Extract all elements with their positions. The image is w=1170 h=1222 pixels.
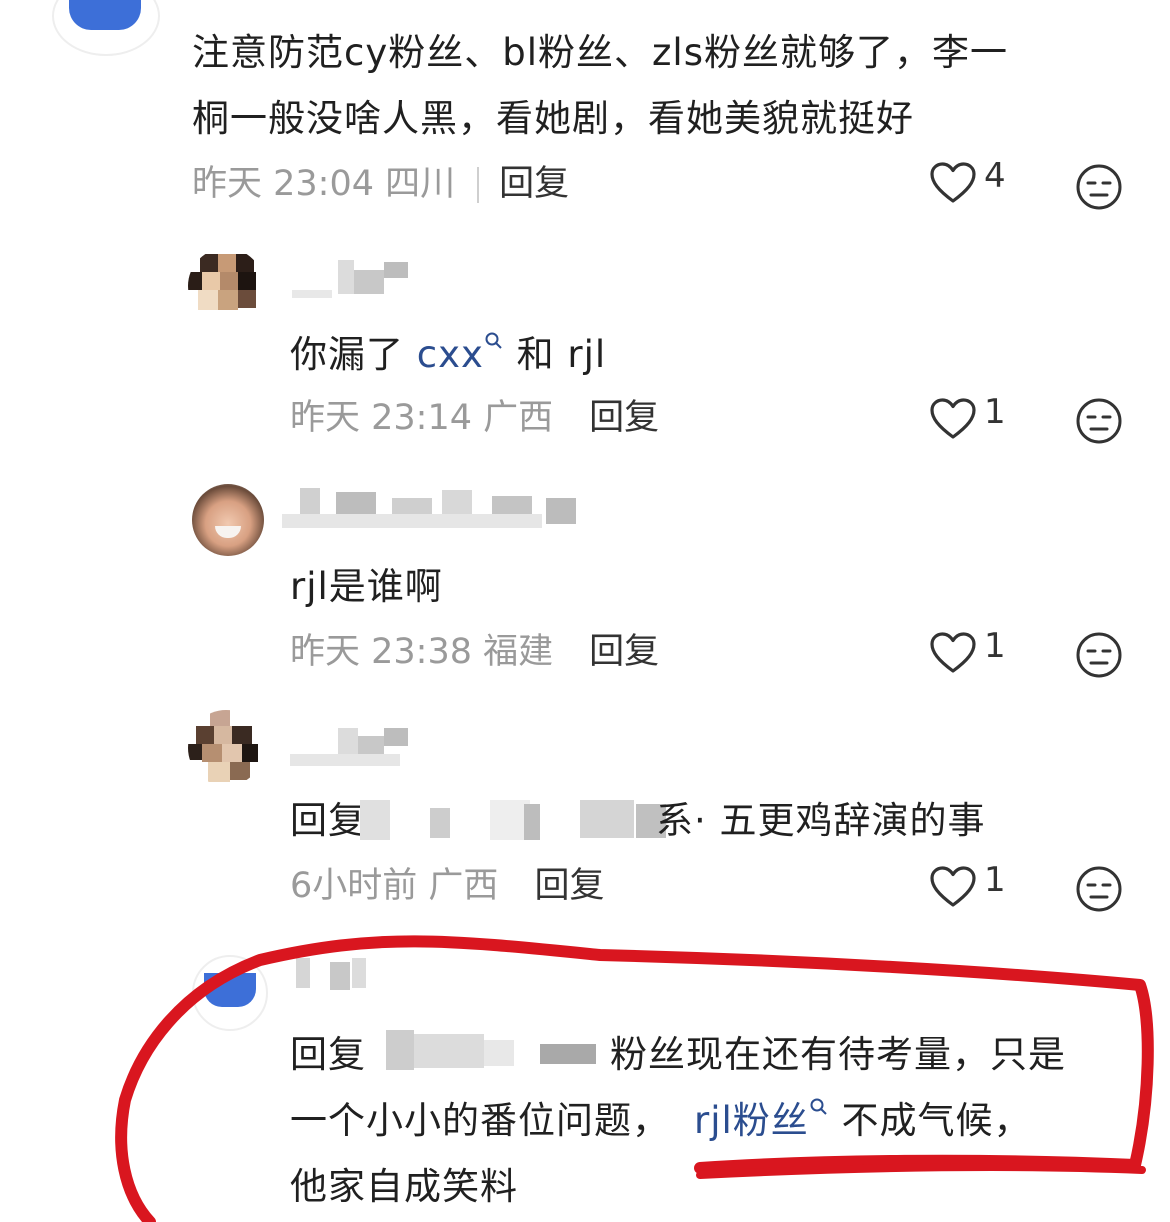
reply-text: 他家自成笑料 — [290, 1165, 518, 1208]
reply-text: 回复 — [290, 799, 366, 842]
blurred-username — [290, 958, 380, 994]
heart-outline-icon — [930, 398, 976, 439]
reply-text: 你漏了 cxx 和 rjl — [290, 332, 607, 376]
timestamp: 昨天 23:04 — [192, 164, 374, 204]
reply-button[interactable]: 回复 — [589, 398, 659, 438]
heart-outline-icon — [930, 632, 976, 673]
location: 广西 — [428, 866, 499, 906]
comment-meta: 昨天 23:14 广西 回复 — [290, 396, 659, 440]
reply-button[interactable]: 回复 — [589, 632, 659, 672]
meh-face-icon[interactable] — [1075, 397, 1123, 445]
reply-text: 系· 五更鸡辞演的事 — [656, 799, 986, 842]
timestamp: 6小时前 — [290, 866, 418, 906]
reply-text: 回复 — [290, 1033, 366, 1076]
comment-text-line: 注意防范cy粉丝、bl粉丝、zls粉丝就够了，李一 — [192, 31, 1008, 74]
blurred-username — [290, 260, 420, 300]
like-count: 1 — [984, 626, 1006, 666]
like-button[interactable]: 1 — [930, 392, 1020, 444]
comment-meta: 昨天 23:04 四川 回复 — [192, 162, 569, 206]
reply-text: 一个小小的番位问题， rjl粉丝 不成气候， — [290, 1098, 1032, 1142]
blurred-username — [282, 488, 582, 532]
comment-meta: 6小时前 广西 回复 — [290, 864, 604, 908]
blurred-username — [290, 728, 420, 768]
like-count: 4 — [984, 156, 1006, 196]
reply-text: rjl是谁啊 — [290, 565, 443, 608]
like-button[interactable]: 4 — [930, 156, 1020, 208]
search-small-icon — [810, 1098, 827, 1115]
timestamp: 昨天 23:38 — [290, 632, 472, 672]
like-button[interactable]: 1 — [930, 626, 1020, 678]
avatar[interactable] — [192, 484, 264, 556]
heart-outline-icon — [930, 162, 976, 203]
reply-button[interactable]: 回复 — [499, 164, 569, 204]
blurred-reply-target — [380, 1030, 610, 1074]
meh-face-icon[interactable] — [1075, 865, 1123, 913]
meh-face-icon[interactable] — [1075, 163, 1123, 211]
mention-link[interactable]: cxx — [417, 333, 484, 376]
blurred-reply-target — [360, 800, 690, 844]
avatar[interactable] — [192, 955, 268, 1031]
comment-thread: 注意防范cy粉丝、bl粉丝、zls粉丝就够了，李一 桐一般没啥人黑，看她剧，看她… — [0, 0, 1170, 1222]
meh-face-icon[interactable] — [1075, 631, 1123, 679]
avatar[interactable] — [188, 248, 264, 324]
avatar[interactable] — [188, 710, 264, 786]
timestamp: 昨天 23:14 — [290, 398, 472, 438]
location: 四川 — [385, 164, 456, 204]
avatar[interactable] — [52, 0, 160, 56]
location: 广西 — [483, 398, 554, 438]
search-small-icon — [485, 332, 502, 349]
heart-outline-icon — [930, 866, 976, 907]
like-button[interactable]: 1 — [930, 860, 1020, 912]
comment-text-line: 桐一般没啥人黑，看她剧，看她美貌就挺好 — [192, 97, 914, 140]
like-count: 1 — [984, 392, 1006, 432]
reply-button[interactable]: 回复 — [534, 866, 604, 906]
location: 福建 — [483, 632, 554, 672]
reply-text: 粉丝现在还有待考量，只是 — [610, 1033, 1066, 1076]
mention-link[interactable]: rjl粉丝 — [694, 1099, 809, 1142]
like-count: 1 — [984, 860, 1006, 900]
comment-meta: 昨天 23:38 福建 回复 — [290, 630, 659, 674]
